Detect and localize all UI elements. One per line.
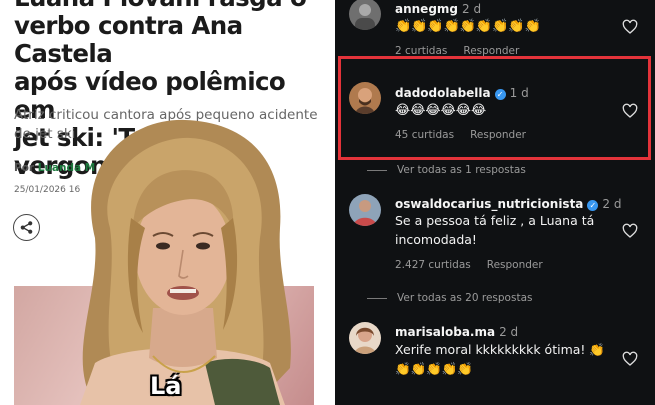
view-replies-link[interactable]: Ver todas as 1 respostas (397, 164, 526, 176)
share-icon (20, 221, 33, 234)
reply-link[interactable]: Responder (470, 129, 526, 141)
headline-line: verbo contra Ana Castela (14, 11, 243, 68)
comment-username[interactable]: marisaloba.ma 2 d (395, 325, 518, 339)
comment-text: Xerife moral kkkkkkkkk ótima! 👏 👏👏👏👏👏 (395, 342, 605, 376)
username-text[interactable]: marisaloba.ma (395, 325, 495, 339)
username-text[interactable]: annegmg (395, 2, 458, 16)
comment-meta: 2.427 curtidas Responder (395, 259, 543, 271)
news-article: Luana Piovani rasga o verbo contra Ana C… (0, 0, 335, 405)
comment-time: 2 d (462, 2, 482, 16)
comment-time: 2 d (499, 325, 519, 339)
heart-icon[interactable] (622, 19, 638, 35)
avatar[interactable] (349, 194, 381, 226)
verified-badge-icon: ✓ (587, 200, 599, 211)
woman-photo (55, 118, 303, 405)
likes-count[interactable]: 2.427 curtidas (395, 259, 471, 271)
comment-text: Se a pessoa tá feliz , a Luana tá incomo… (395, 213, 595, 247)
verified-badge-icon: ✓ (494, 89, 506, 100)
username-text[interactable]: oswaldocarius_nutricionista (395, 197, 583, 211)
comments-panel: annegmg 2 d 👏👏👏👏👏👏👏👏👏 2 curtidas Responder… (335, 0, 655, 405)
comment-time: 2 d (602, 197, 622, 211)
reply-link[interactable]: Responder (487, 259, 543, 271)
avatar[interactable] (349, 0, 381, 30)
share-button[interactable] (13, 214, 40, 241)
comment-text: 👏👏👏👏👏👏👏👏👏 (395, 19, 541, 34)
heart-icon[interactable] (622, 103, 638, 119)
comment-username[interactable]: oswaldocarius_nutricionista ✓ 2 d (395, 197, 621, 211)
likes-count[interactable]: 45 curtidas (395, 129, 454, 141)
comment-username[interactable]: dadodolabella ✓ 1 d (395, 86, 529, 100)
heart-icon[interactable] (622, 223, 638, 239)
heart-icon[interactable] (622, 351, 638, 367)
byline-prefix: Por (14, 162, 35, 174)
view-replies-link[interactable]: Ver todas as 20 respostas (397, 292, 532, 304)
bottom-bar (335, 398, 655, 405)
comment-time: 1 d (509, 86, 529, 100)
comment-text: 😂😂😂😂😂😂 (395, 103, 487, 118)
video-caption: Lá (150, 372, 182, 400)
avatar[interactable] (349, 82, 381, 114)
comment-username[interactable]: annegmg 2 d (395, 2, 481, 16)
comment-meta: 45 curtidas Responder (395, 129, 526, 141)
username-text[interactable]: dadodolabella (395, 86, 491, 100)
highlight-box (338, 56, 651, 160)
avatar[interactable] (349, 322, 381, 354)
